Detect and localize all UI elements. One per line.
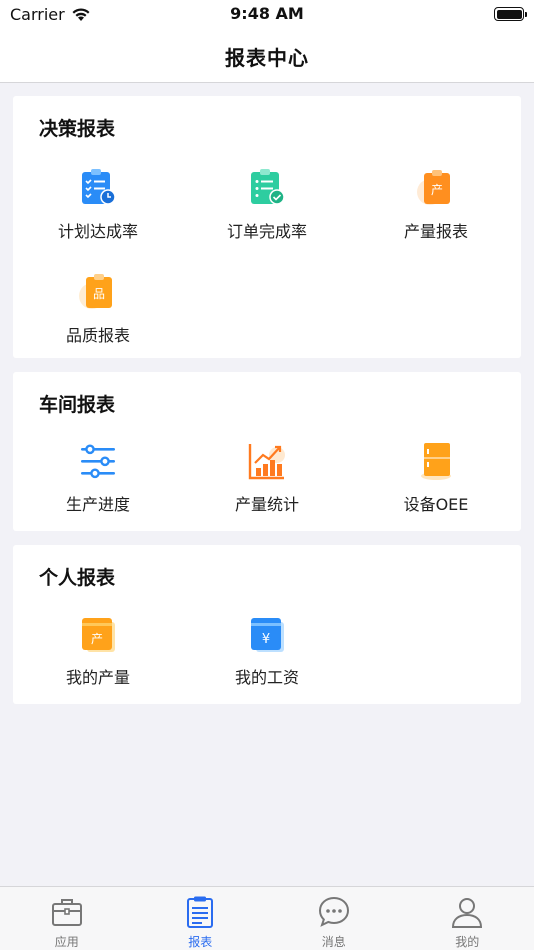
person-icon [450, 895, 484, 929]
tab-label: 消息 [321, 935, 346, 949]
report-item-label: 生产进度 [65, 495, 130, 514]
report-item-label: 我的工资 [234, 668, 299, 687]
clipboard-checklist-clock-icon [76, 166, 120, 210]
report-item-my-output[interactable]: 产 我的产量 [13, 612, 183, 688]
report-item-order-completion[interactable]: 订单完成率 [182, 166, 352, 242]
page-title: 报表中心 [225, 45, 309, 70]
report-item-label: 计划达成率 [57, 222, 138, 241]
report-item-output-report[interactable]: 产 产量报表 [351, 166, 521, 242]
tab-apps[interactable]: 应用 [0, 887, 134, 950]
tab-reports[interactable]: 报表 [134, 887, 268, 950]
icon-glyph: ¥ [262, 632, 270, 647]
report-item-label: 品质报表 [65, 326, 130, 345]
clipboard-checklist-check-icon [245, 166, 289, 210]
clipboard-chan-icon: 产 [414, 166, 458, 210]
status-bar: Carrier 9:48 AM [0, 0, 534, 30]
briefcase-icon [50, 895, 84, 929]
tab-label: 我的 [455, 935, 480, 949]
report-item-quality-report[interactable]: 品 品质报表 [13, 270, 183, 346]
section-title: 决策报表 [39, 118, 116, 140]
report-item-plan-achievement[interactable]: 计划达成率 [13, 166, 183, 242]
card-yen-icon: ¥ [245, 612, 289, 656]
icon-glyph: 产 [431, 183, 443, 197]
cabinet-icon [414, 439, 458, 483]
clipboard-pin-icon: 品 [76, 270, 120, 314]
chat-bubble-icon [317, 895, 351, 929]
report-item-equipment-oee[interactable]: 设备OEE [351, 439, 521, 515]
tab-mine[interactable]: 我的 [401, 887, 534, 950]
section-workshop-reports: 车间报表 生产进度 产量统计 设备OEE [13, 372, 521, 531]
report-item-label: 设备OEE [403, 495, 469, 514]
report-item-label: 产量报表 [403, 222, 468, 241]
report-item-label: 订单完成率 [226, 222, 307, 241]
report-clipboard-icon [183, 895, 217, 929]
section-personal-reports: 个人报表 产 我的产量 ¥ 我的工资 [13, 545, 521, 704]
section-decision-reports: 决策报表 计划达成率 订单完成率 产 产量报表 品 品质报表 [13, 96, 521, 358]
section-title: 车间报表 [39, 394, 116, 416]
report-item-output-statistics[interactable]: 产量统计 [182, 439, 352, 515]
tab-label: 应用 [54, 935, 79, 949]
report-item-production-progress[interactable]: 生产进度 [13, 439, 183, 515]
bar-chart-trend-icon [245, 439, 289, 483]
section-title: 个人报表 [39, 567, 116, 589]
tab-messages[interactable]: 消息 [267, 887, 401, 950]
status-time: 9:48 AM [230, 4, 304, 23]
battery-icon [494, 7, 527, 21]
report-item-label: 产量统计 [234, 495, 299, 514]
tab-label: 报表 [188, 935, 213, 949]
sliders-icon [76, 439, 120, 483]
navigation-bar: 报表中心 [0, 30, 534, 83]
report-item-my-salary[interactable]: ¥ 我的工资 [182, 612, 352, 688]
card-chan-icon: 产 [76, 612, 120, 656]
tab-bar: 应用 报表 消息 我的 [0, 886, 534, 950]
icon-glyph: 品 [93, 287, 105, 301]
icon-glyph: 产 [91, 632, 103, 646]
report-item-label: 我的产量 [65, 668, 130, 687]
